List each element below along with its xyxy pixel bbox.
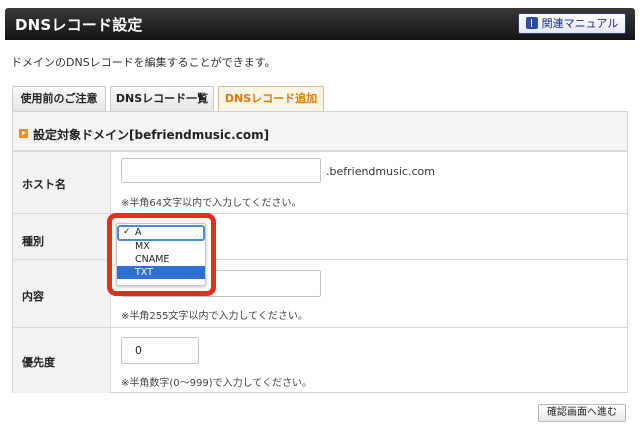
- host-note: ※半角64文字以内で入力してください。: [121, 198, 302, 209]
- domain-suffix: .befriendmusic.com: [326, 165, 435, 178]
- content-label: 内容: [22, 290, 44, 303]
- type-option-a[interactable]: ✓ A: [117, 225, 205, 241]
- target-domain-title: 設定対象ドメイン[befriendmusic.com]: [33, 128, 270, 142]
- priority-input[interactable]: 0: [121, 337, 199, 364]
- type-label: 種別: [22, 235, 44, 248]
- related-manual-button[interactable]: 関連マニュアル: [518, 13, 626, 34]
- page-description: ドメインのDNSレコードを編集することができます。: [11, 56, 276, 69]
- content-row: 内容 ※半角255文字以内で入力してください。: [13, 259, 627, 327]
- type-select-dropdown[interactable]: ✓ A MX CNAME TXT: [116, 223, 206, 286]
- tab-precautions[interactable]: 使用前のご注意: [12, 86, 106, 111]
- arrow-bullet-icon: [19, 129, 28, 138]
- content-note: ※半角255文字以内で入力してください。: [121, 311, 308, 322]
- book-icon: [525, 17, 538, 29]
- type-dropdown-highlight: ✓ A MX CNAME TXT: [107, 213, 216, 296]
- type-row: 種別: [13, 213, 627, 259]
- page-header: DNSレコード設定 関連マニュアル: [5, 8, 635, 40]
- content-label-cell: 内容: [13, 260, 111, 327]
- type-option-txt[interactable]: TXT: [117, 266, 205, 279]
- panel-header: 設定対象ドメイン[befriendmusic.com]: [13, 112, 627, 151]
- tab-dns-record-add[interactable]: DNSレコード追加: [218, 86, 324, 111]
- priority-label: 優先度: [22, 356, 55, 369]
- priority-note: ※半角数字(0〜999)で入力してください。: [121, 378, 313, 389]
- tab-dns-record-list[interactable]: DNSレコード一覧: [110, 86, 214, 111]
- checkmark-icon: ✓: [123, 227, 131, 237]
- host-label: ホスト名: [22, 178, 66, 191]
- type-label-cell: 種別: [13, 214, 111, 259]
- page-title: DNSレコード設定: [15, 16, 143, 34]
- host-row: ホスト名 .befriendmusic.com ※半角64文字以内で入力してくだ…: [13, 151, 627, 213]
- related-manual-label: 関連マニュアル: [541, 17, 619, 30]
- proceed-to-confirm-button[interactable]: 確認画面へ進む: [538, 404, 626, 422]
- type-option-cname[interactable]: CNAME: [117, 253, 205, 266]
- type-option-mx[interactable]: MX: [117, 240, 205, 253]
- priority-label-cell: 優先度: [13, 328, 111, 393]
- host-label-cell: ホスト名: [13, 152, 111, 213]
- record-form-panel: 設定対象ドメイン[befriendmusic.com] ホスト名 .befrie…: [12, 111, 628, 393]
- priority-row: 優先度 0 ※半角数字(0〜999)で入力してください。: [13, 327, 627, 393]
- host-input[interactable]: [121, 158, 321, 183]
